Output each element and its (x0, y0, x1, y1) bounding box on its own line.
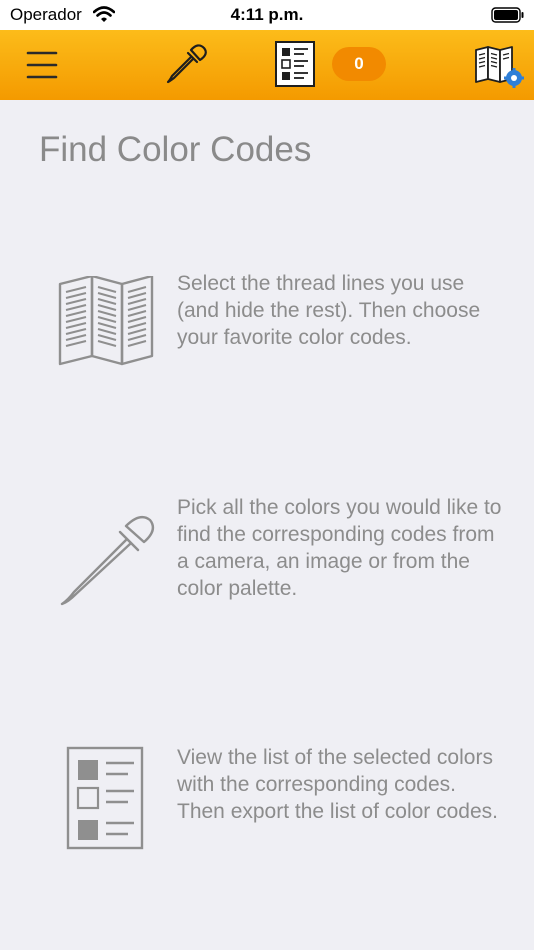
open-catalog-icon (52, 274, 158, 371)
clock: 4:11 p.m. (230, 5, 304, 24)
menu-icon[interactable] (22, 45, 62, 85)
feature-text: View the list of the selected colors wit… (177, 746, 498, 823)
eyedropper-icon (52, 510, 162, 615)
catalog-settings-icon[interactable] (472, 44, 524, 88)
toolbar: 0 (0, 30, 534, 100)
color-list-icon[interactable] (274, 40, 316, 88)
color-list-icon (52, 746, 148, 855)
battery-icon (491, 7, 524, 28)
selected-count-badge[interactable]: 0 (332, 47, 386, 81)
feature-text: Select the thread lines you use (and hid… (177, 272, 481, 349)
status-bar: Operador 4:11 p.m. (0, 0, 534, 30)
feature-text: Pick all the colors you would like to fi… (177, 496, 502, 600)
page-title: Find Color Codes (39, 130, 312, 169)
eyedropper-icon[interactable] (162, 40, 210, 88)
